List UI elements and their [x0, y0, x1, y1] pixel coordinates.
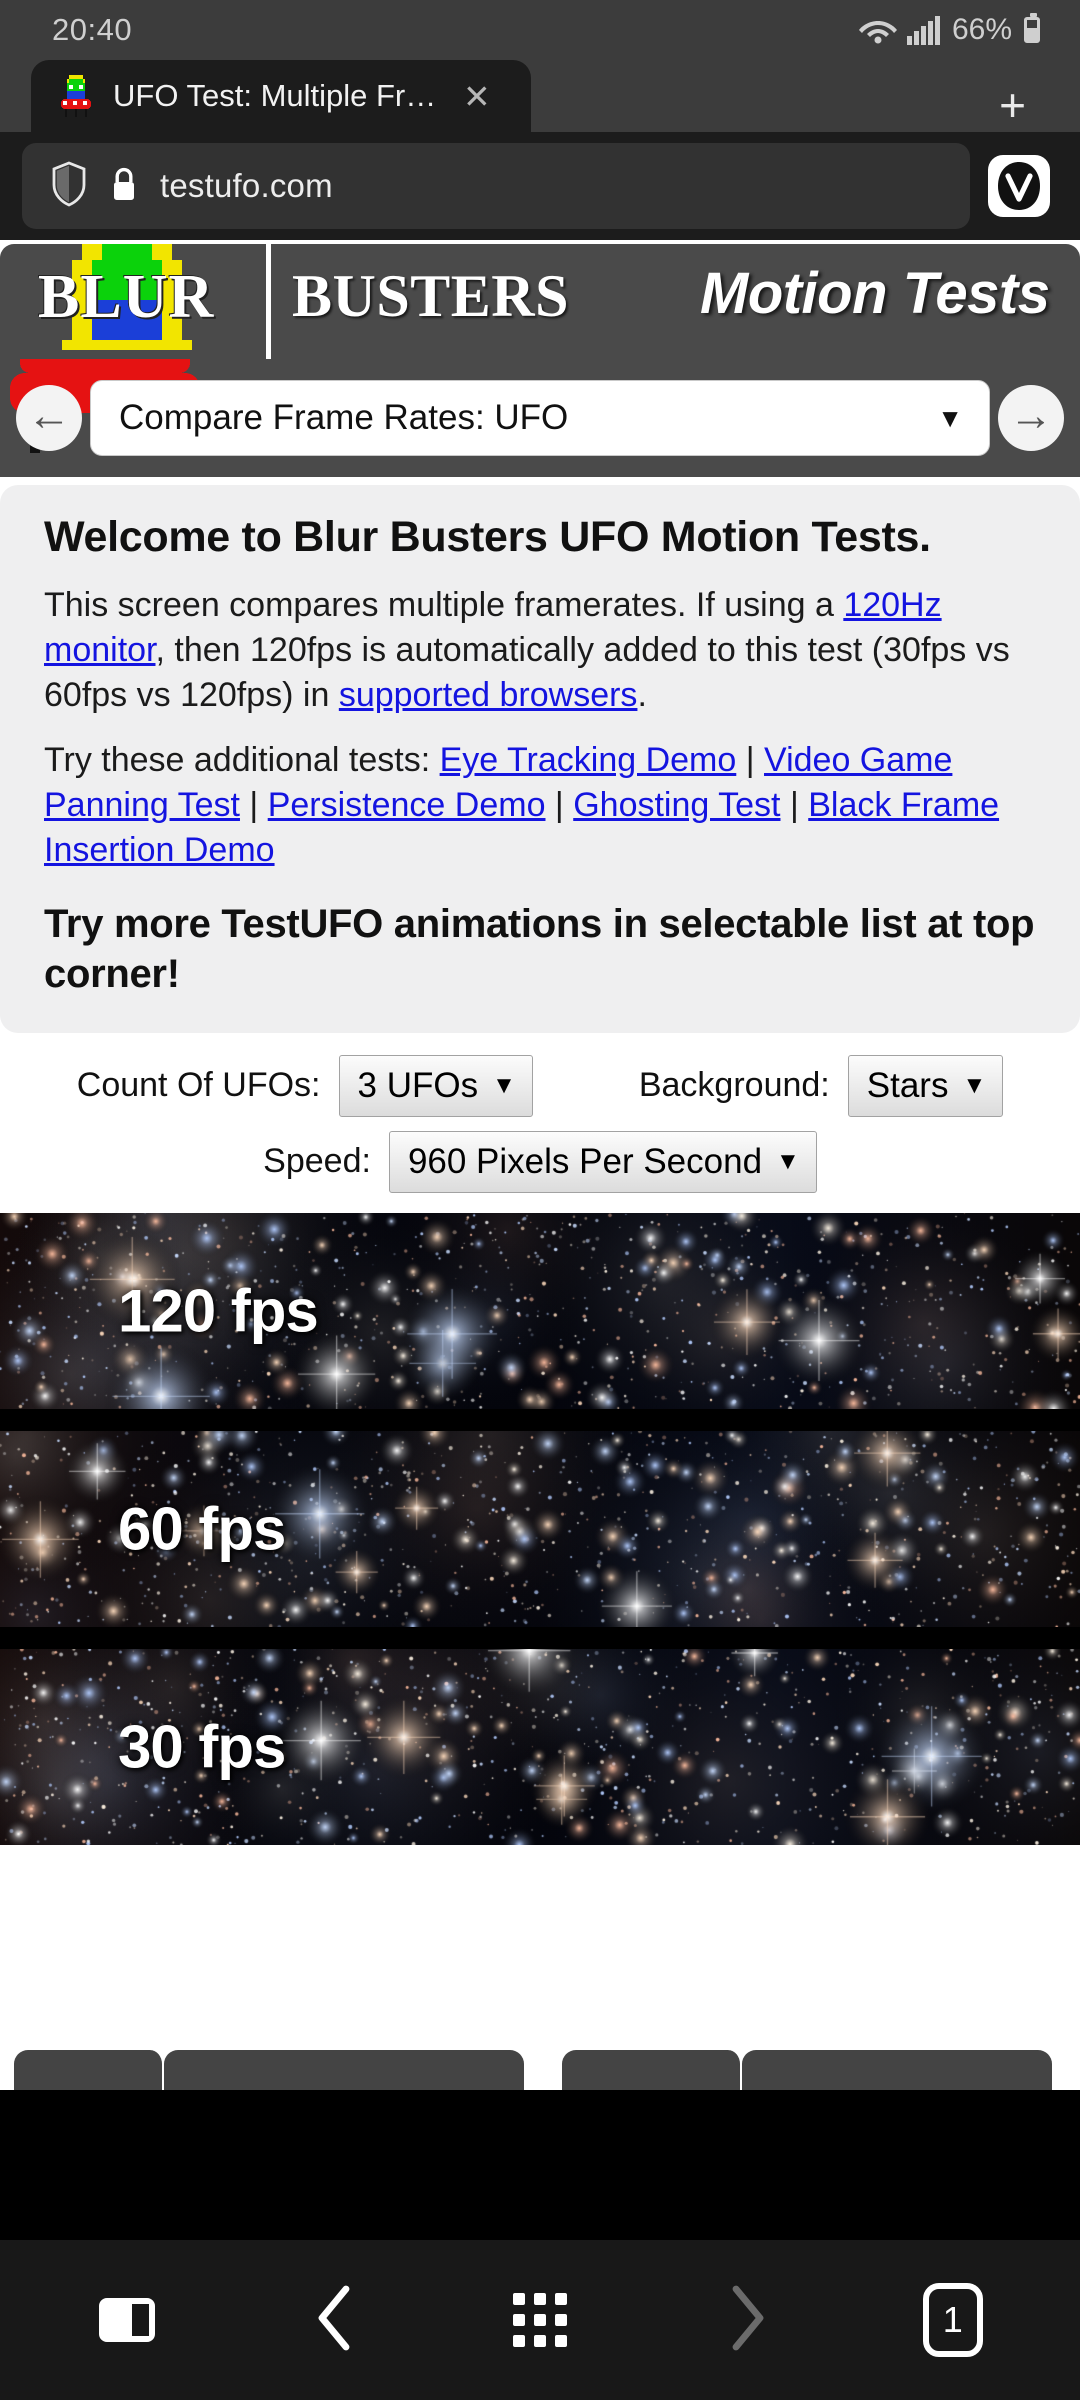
options-row-2: Speed: 960 Pixels Per Second ▼ [0, 1130, 1080, 1193]
intro-text-a: This screen compares multiple framerates… [44, 586, 844, 625]
speed-label: Speed: [263, 1142, 371, 1181]
page-button-3[interactable] [562, 2050, 742, 2090]
cellular-signal-icon [906, 15, 941, 45]
framerate-panel-120[interactable]: 120 fps [0, 1212, 1080, 1409]
separator-4: | [780, 785, 809, 824]
intro-text-c: . [637, 676, 647, 715]
url-text: testufo.com [160, 167, 333, 204]
framerate-label-30: 30 fps [118, 1713, 286, 1781]
framerate-label-120: 120 fps [118, 1277, 319, 1345]
main-menu-button[interactable] [480, 2265, 600, 2375]
tab-strip: UFO Test: Multiple Framerates ✕ + [0, 60, 1080, 132]
additional-tests-paragraph: Try these additional tests: Eye Tracking… [44, 738, 1044, 873]
chevron-down-icon: ▼ [937, 402, 963, 433]
new-tab-button[interactable]: + [999, 82, 1026, 128]
link-eye-tracking-demo[interactable]: Eye Tracking Demo [440, 741, 737, 779]
logo-word-blur: BLUR [38, 263, 215, 331]
link-ghosting-test[interactable]: Ghosting Test [573, 786, 780, 824]
url-bar-container: testufo.com [0, 132, 1080, 240]
wifi-icon [858, 14, 898, 46]
chevron-down-icon: ▼ [492, 1071, 516, 1099]
browser-tab[interactable]: UFO Test: Multiple Framerates ✕ [31, 60, 531, 132]
test-selector-dropdown[interactable]: Compare Frame Rates: UFO ▼ [90, 380, 990, 456]
separator-3: | [545, 785, 574, 824]
speed-select[interactable]: 960 Pixels Per Second ▼ [388, 1130, 817, 1193]
status-time: 20:40 [52, 12, 133, 47]
site-header-banner: BLUR BUSTERS Motion Tests [0, 244, 1080, 359]
lock-icon [110, 166, 138, 207]
close-icon[interactable]: ✕ [463, 80, 491, 113]
status-indicators: 66% [858, 13, 1040, 47]
page-button-1[interactable] [14, 2050, 164, 2090]
battery-percent-label: 66% [951, 13, 1012, 46]
test-selector-row: ← Compare Frame Rates: UFO ▼ → [0, 359, 1080, 477]
logo-word-busters: BUSTERS [292, 263, 569, 329]
browser-bottom-toolbar: 1 [0, 2240, 1080, 2400]
framerate-panel-30[interactable]: 30 fps [0, 1648, 1080, 1845]
chevron-down-icon: ▼ [776, 1147, 800, 1175]
logo-divider [266, 244, 271, 359]
page-button-4[interactable] [742, 2050, 1052, 2090]
panel-gap [0, 1408, 1080, 1431]
vivaldi-logo-icon[interactable] [988, 155, 1050, 217]
framerate-panel-60[interactable]: 60 fps [0, 1430, 1080, 1627]
framerate-comparison-stack: 120 fps 60 fps 30 fps [0, 1212, 1080, 1845]
tab-title: UFO Test: Multiple Framerates [113, 78, 443, 113]
options-panel: Count Of UFOs: 3 UFOs ▼ Background: Star… [0, 1032, 1080, 1213]
page-title: Welcome to Blur Busters UFO Motion Tests… [44, 513, 931, 561]
tab-count-badge: 1 [922, 2283, 983, 2357]
separator-2: | [239, 785, 268, 824]
web-page-content: BLUR BUSTERS Motion Tests ← Compare Fram… [0, 240, 1080, 2090]
logo-tagline: Motion Tests [700, 261, 1050, 326]
speed-value: 960 Pixels Per Second [407, 1141, 763, 1181]
additional-tests-prefix: Try these additional tests: [44, 741, 440, 780]
intro-paragraph: This screen compares multiple framerates… [44, 583, 1044, 718]
background-value: Stars [866, 1065, 949, 1105]
ufo-favicon [57, 75, 95, 117]
panel-gap [0, 1626, 1080, 1649]
back-chevron-icon [312, 2285, 356, 2356]
back-button[interactable] [274, 2265, 394, 2375]
options-row-1: Count Of UFOs: 3 UFOs ▼ Background: Star… [0, 1054, 1080, 1117]
panel-toggle-icon [99, 2298, 156, 2342]
shield-icon[interactable] [50, 160, 88, 212]
status-bar: 20:40 66% [0, 0, 1080, 60]
next-test-button[interactable]: → [998, 385, 1064, 451]
count-of-ufos-value: 3 UFOs [357, 1065, 479, 1105]
test-selector-value: Compare Frame Rates: UFO [119, 398, 569, 437]
arrow-left-icon: ← [27, 391, 71, 440]
forward-chevron-icon [724, 2285, 768, 2356]
battery-icon [1024, 13, 1040, 43]
tab-switcher-button[interactable]: 1 [893, 2265, 1013, 2375]
chevron-down-icon: ▼ [962, 1071, 987, 1099]
page-subtitle: Try more TestUFO animations in selectabl… [44, 901, 1035, 996]
address-bar[interactable]: testufo.com [22, 143, 970, 229]
count-of-ufos-label: Count Of UFOs: [76, 1066, 321, 1105]
page-button-2[interactable] [164, 2050, 524, 2090]
link-supported-browsers[interactable]: supported browsers [339, 676, 638, 714]
panel-toggle-button[interactable] [67, 2265, 187, 2375]
count-of-ufos-select[interactable]: 3 UFOs ▼ [338, 1054, 533, 1117]
background-select[interactable]: Stars ▼ [847, 1054, 1004, 1117]
arrow-right-icon: → [1009, 391, 1053, 440]
background-label: Background: [638, 1066, 830, 1105]
welcome-card: Welcome to Blur Busters UFO Motion Tests… [0, 485, 1080, 1033]
framerate-label-60: 60 fps [118, 1495, 286, 1563]
page-bottom-buttons [0, 2050, 1080, 2090]
previous-test-button[interactable]: ← [16, 385, 82, 451]
forward-button[interactable] [686, 2265, 806, 2375]
separator-1: | [736, 741, 765, 780]
grid-menu-icon [512, 2293, 567, 2347]
link-persistence-demo[interactable]: Persistence Demo [268, 786, 546, 824]
